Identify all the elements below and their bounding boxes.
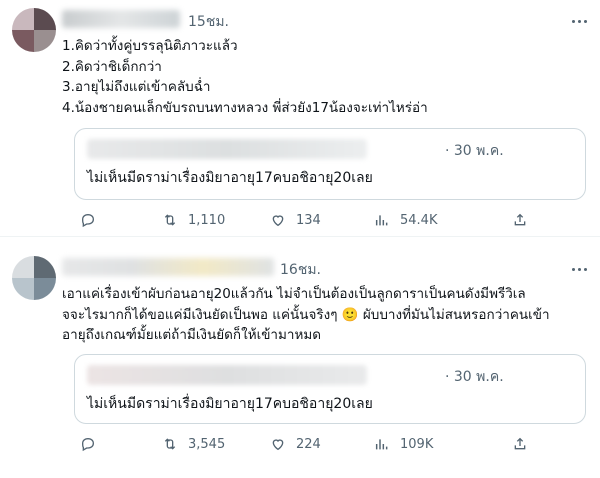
views-count: 109K — [400, 436, 434, 452]
quoted-text: ไม่เห็นมีดราม่าเรื่องมิยาอายุ17คบอชิอายุ… — [87, 396, 373, 412]
tweet-actions: 1,110 134 54.4K — [80, 212, 585, 232]
quoted-author-name — [87, 365, 367, 385]
quoted-author-name — [87, 139, 367, 159]
like-button[interactable]: 134 — [270, 212, 321, 228]
tweet-text-line: 2.คิดว่าชิเด็กกว่า — [62, 58, 162, 75]
views-button[interactable]: 54.4K — [374, 212, 437, 228]
tweet-text-line: 3.อายุไม่ถึงแต่เข้าคลับฉ่ำ — [62, 79, 211, 95]
tweet-text: 1.คิดว่าทั้งคู่บรรลุนิติภาวะแล้ว 2.คิดว่… — [62, 36, 428, 118]
like-count: 134 — [296, 212, 321, 228]
retweet-icon — [164, 438, 176, 450]
more-icon[interactable] — [572, 265, 592, 273]
views-count: 54.4K — [400, 212, 438, 228]
share-icon — [514, 213, 526, 226]
retweet-icon — [164, 214, 176, 226]
quoted-text: ไม่เห็นมีดราม่าเรื่องมิยาอายุ17คบอชิอายุ… — [87, 170, 373, 186]
tweet[interactable]: 16ชม. เอาแค่เรื่องเข้าผับก่อนอายุ20แล้วก… — [0, 236, 600, 478]
quoted-tweet[interactable]: · 30 พ.ค. ไม่เห็นมีดราม่าเรื่องมิยาอายุ1… — [74, 354, 586, 424]
tweet-text-line: 1.คิดว่าทั้งคู่บรรลุนิติภาวะแล้ว — [62, 38, 238, 54]
views-icon — [375, 215, 388, 226]
tweet-text-line: เอาแค่เรื่องเข้าผับก่อนอายุ20แล้วกัน ไม่… — [62, 286, 526, 302]
share-icon — [514, 437, 526, 450]
author-name[interactable] — [62, 258, 274, 276]
like-count: 224 — [296, 436, 321, 452]
tweet-actions: 3,545 224 109K — [80, 436, 585, 456]
quoted-timestamp: · 30 พ.ค. — [445, 369, 504, 385]
reply-button[interactable] — [80, 212, 96, 228]
avatar[interactable] — [12, 256, 56, 300]
share-button[interactable] — [512, 212, 528, 228]
tweet-text-line: 4.น้องชายคนเล็กขับรถบนทางหลวง พี่ส่วยัง1… — [62, 99, 428, 116]
like-icon — [272, 439, 284, 451]
more-icon[interactable] — [572, 17, 592, 25]
tweet-timestamp[interactable]: 15ชม. — [188, 11, 229, 33]
avatar[interactable] — [12, 8, 56, 52]
tweet-text: เอาแค่เรื่องเข้าผับก่อนอายุ20แล้วกัน ไม่… — [62, 284, 550, 346]
reply-button[interactable] — [80, 436, 96, 452]
views-icon — [375, 439, 388, 450]
like-button[interactable]: 224 — [270, 436, 321, 452]
tweet-timestamp[interactable]: 16ชม. — [280, 259, 321, 281]
views-button[interactable]: 109K — [374, 436, 433, 452]
reply-icon — [81, 437, 95, 452]
tweet[interactable]: 15ชม. 1.คิดว่าทั้งคู่บรรลุนิติภาวะแล้ว 2… — [0, 0, 600, 236]
retweet-button[interactable]: 1,110 — [162, 212, 225, 228]
tweet-text-line: อายุถึงเกณฑ์มั้ยแต่ถ้ามีเงินยัดก็ให้เข้า… — [62, 327, 322, 343]
retweet-button[interactable]: 3,545 — [162, 436, 225, 452]
like-icon — [272, 215, 284, 227]
author-name[interactable] — [62, 10, 180, 28]
retweet-count: 1,110 — [188, 212, 226, 228]
quoted-tweet[interactable]: · 30 พ.ค. ไม่เห็นมีดราม่าเรื่องมิยาอายุ1… — [74, 128, 586, 200]
quoted-timestamp: · 30 พ.ค. — [445, 143, 504, 159]
reply-icon — [81, 213, 95, 228]
retweet-count: 3,545 — [188, 436, 226, 452]
tweet-text-line: จจะไรมากก็ได้ขอแค่มีเงินยัดเป็นพอ แค่นั้… — [62, 306, 550, 323]
share-button[interactable] — [512, 436, 528, 452]
